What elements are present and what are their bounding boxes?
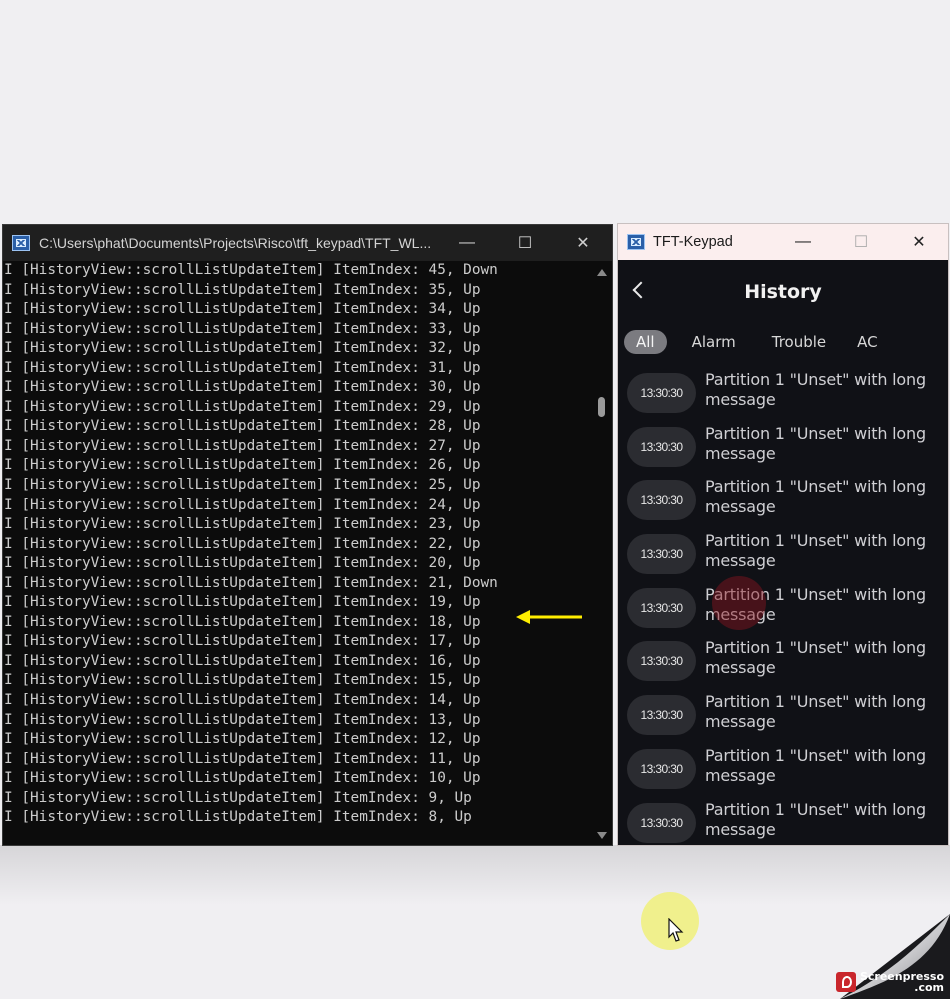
log-line: I [HistoryView::scrollListUpdateItem] It… <box>4 320 481 337</box>
history-item[interactable]: 13:30:30 Partition 1 "Unset" with long me… <box>618 531 948 585</box>
history-time-badge: 13:30:30 <box>627 534 696 575</box>
history-header: History <box>618 260 948 324</box>
scroll-down-arrow-icon[interactable] <box>597 832 607 839</box>
history-time-badge: 13:30:30 <box>627 480 696 521</box>
close-icon[interactable]: ✕ <box>890 224 948 260</box>
desktop-shadow <box>0 845 950 905</box>
history-time-badge: 13:30:30 <box>627 373 696 413</box>
log-line: I [HistoryView::scrollListUpdateItem] It… <box>4 535 481 552</box>
terminal-app-icon <box>12 235 30 251</box>
log-line: I [HistoryView::scrollListUpdateItem] It… <box>4 594 481 611</box>
tab-all[interactable]: All <box>624 330 667 354</box>
history-item[interactable]: 13:30:30 Partition 1 "Unset" with long me… <box>618 370 948 424</box>
history-item[interactable]: 13:30:30 Partition 1 "Unset" with long me… <box>618 692 948 746</box>
scroll-thumb[interactable] <box>598 397 605 417</box>
history-message: Partition 1 "Unset" with long message <box>705 531 926 571</box>
minimize-icon[interactable]: — <box>438 225 496 261</box>
keypad-app-icon <box>627 234 645 250</box>
log-line: I [HistoryView::scrollListUpdateItem] It… <box>4 672 481 689</box>
console-log: I [HistoryView::scrollListUpdateItem] It… <box>4 261 589 828</box>
history-message: Partition 1 "Unset" with long message <box>705 423 926 463</box>
log-line: I [HistoryView::scrollListUpdateItem] It… <box>4 692 481 709</box>
console-title: C:\Users\phat\Documents\Projects\Risco\t… <box>39 235 432 251</box>
console-body[interactable]: I [HistoryView::scrollListUpdateItem] It… <box>3 261 612 845</box>
history-time-badge: 13:30:30 <box>627 426 696 467</box>
history-message: Partition 1 "Unset" with long message <box>705 692 926 732</box>
watermark-line2: .com <box>914 981 944 994</box>
history-time-badge: 13:30:30 <box>627 641 696 682</box>
history-list[interactable]: 13:30:30 Partition 1 "Unset" with long me… <box>618 370 948 846</box>
keypad-title: TFT-Keypad <box>653 234 733 250</box>
keypad-window-controls: — ☐ ✕ <box>774 224 948 260</box>
history-time-badge: 13:30:30 <box>627 695 696 736</box>
log-line: I [HistoryView::scrollListUpdateItem] It… <box>4 574 498 591</box>
log-line: I [HistoryView::scrollListUpdateItem] It… <box>4 457 481 474</box>
log-line: I [HistoryView::scrollListUpdateItem] It… <box>4 262 498 278</box>
yellow-arrow-icon <box>516 610 582 624</box>
history-time-badge: 13:30:30 <box>627 748 696 789</box>
maximize-icon[interactable]: ☐ <box>496 225 554 261</box>
log-line: I [HistoryView::scrollListUpdateItem] It… <box>4 516 481 533</box>
maximize-icon[interactable]: ☐ <box>832 224 890 260</box>
log-line: I [HistoryView::scrollListUpdateItem] It… <box>4 496 481 513</box>
log-line: I [HistoryView::scrollListUpdateItem] It… <box>4 731 481 748</box>
log-line: I [HistoryView::scrollListUpdateItem] It… <box>4 437 481 454</box>
filter-tabs: All Alarm Trouble AC <box>618 324 948 360</box>
log-line: I [HistoryView::scrollListUpdateItem] It… <box>4 379 481 396</box>
keypad-titlebar[interactable]: TFT-Keypad — ☐ ✕ <box>618 224 948 260</box>
screenpresso-watermark: Screenpresso .com <box>835 971 944 994</box>
history-item[interactable]: 13:30:30 Partition 1 "Unset" with long me… <box>618 799 948 846</box>
log-line: I [HistoryView::scrollListUpdateItem] It… <box>4 340 481 357</box>
scroll-up-arrow-icon[interactable] <box>597 269 607 276</box>
history-item[interactable]: 13:30:30 Partition 1 "Unset" with long me… <box>618 423 948 478</box>
log-line: I [HistoryView::scrollListUpdateItem] It… <box>4 770 481 787</box>
log-line: I [HistoryView::scrollListUpdateItem] It… <box>4 398 481 415</box>
screenpresso-logo-icon <box>835 972 856 992</box>
history-item[interactable]: 13:30:30 Partition 1 "Unset" with long me… <box>618 585 948 639</box>
touch-indicator <box>712 576 766 630</box>
log-line: I [HistoryView::scrollListUpdateItem] It… <box>4 711 481 728</box>
history-item[interactable]: 13:30:30 Partition 1 "Unset" with long me… <box>618 745 948 800</box>
log-line: I [HistoryView::scrollListUpdateItem] It… <box>4 301 481 318</box>
tab-alarm[interactable]: Alarm <box>692 331 736 353</box>
tab-ac[interactable]: AC <box>857 331 877 353</box>
console-scrollbar[interactable] <box>592 261 612 845</box>
history-time-badge: 13:30:30 <box>627 802 696 843</box>
close-icon[interactable]: ✕ <box>554 225 612 261</box>
history-message: Partition 1 "Unset" with long message <box>705 477 926 517</box>
history-message: Partition 1 "Unset" with long message <box>705 370 926 409</box>
mouse-pointer-icon <box>668 918 684 942</box>
history-time-badge: 13:30:30 <box>627 587 696 628</box>
history-item[interactable]: 13:30:30 Partition 1 "Unset" with long me… <box>618 477 948 531</box>
log-line: I [HistoryView::scrollListUpdateItem] It… <box>4 555 481 572</box>
log-line: I [HistoryView::scrollListUpdateItem] It… <box>4 633 481 650</box>
log-line: I [HistoryView::scrollListUpdateItem] It… <box>4 613 481 630</box>
history-message: Partition 1 "Unset" with long message <box>705 745 926 785</box>
log-line: I [HistoryView::scrollListUpdateItem] It… <box>4 418 481 435</box>
log-line: I [HistoryView::scrollListUpdateItem] It… <box>4 809 472 826</box>
log-line: I [HistoryView::scrollListUpdateItem] It… <box>4 477 481 494</box>
console-window: C:\Users\phat\Documents\Projects\Risco\t… <box>2 224 613 846</box>
history-item[interactable]: 13:30:30 Partition 1 "Unset" with long me… <box>618 638 948 692</box>
log-line: I [HistoryView::scrollListUpdateItem] It… <box>4 750 481 767</box>
log-line: I [HistoryView::scrollListUpdateItem] It… <box>4 359 481 376</box>
keypad-window: TFT-Keypad — ☐ ✕ History All Alarm Troub… <box>617 223 949 846</box>
log-line: I [HistoryView::scrollListUpdateItem] It… <box>4 789 472 806</box>
tab-trouble[interactable]: Trouble <box>772 331 826 353</box>
console-window-controls: — ☐ ✕ <box>438 225 612 261</box>
history-message: Partition 1 "Unset" with long message <box>705 799 926 839</box>
page-title: History <box>744 281 822 303</box>
minimize-icon[interactable]: — <box>774 224 832 260</box>
log-line: I [HistoryView::scrollListUpdateItem] It… <box>4 281 481 298</box>
history-message: Partition 1 "Unset" with long message <box>705 638 926 678</box>
console-titlebar[interactable]: C:\Users\phat\Documents\Projects\Risco\t… <box>3 225 612 261</box>
log-line: I [HistoryView::scrollListUpdateItem] It… <box>4 652 481 669</box>
